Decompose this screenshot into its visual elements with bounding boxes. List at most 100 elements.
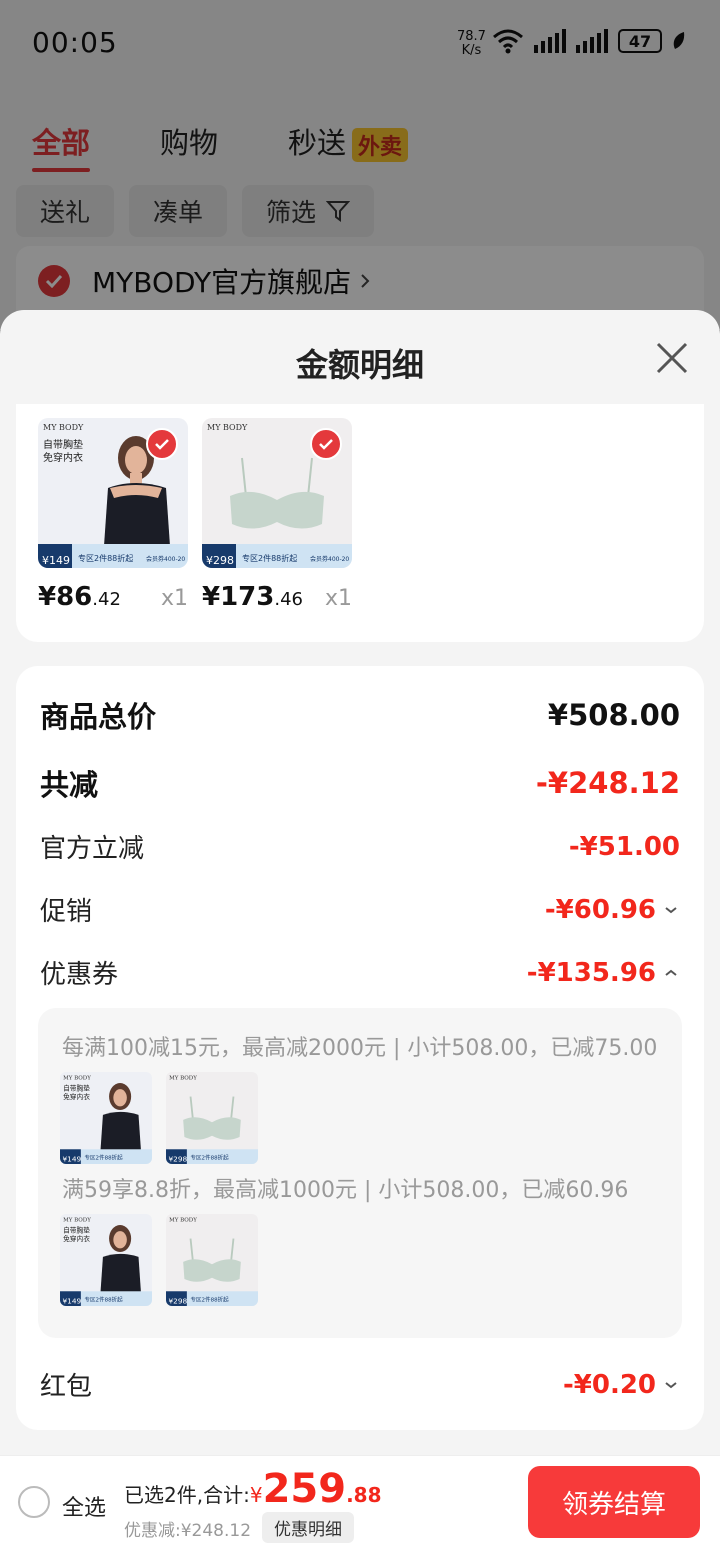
svg-text:免穿内衣: 免穿内衣 xyxy=(63,1234,90,1243)
svg-text:¥149: ¥149 xyxy=(62,1155,81,1164)
total-amount-int: 259 xyxy=(262,1466,347,1512)
filter-screen-label: 筛选 xyxy=(266,198,317,227)
filter-icon xyxy=(326,201,351,222)
svg-text:专区2件88折起: 专区2件88折起 xyxy=(242,553,297,563)
filter-bundle[interactable]: 凑单 xyxy=(129,185,228,237)
store-row[interactable]: MYBODY官方旗舰店 xyxy=(16,246,704,316)
cart-page-background: 00:05 78.7 K/s 47 全部 购物 秒送 外卖 送礼 凑单 筛选 M… xyxy=(0,0,720,330)
battery-icon: 47 xyxy=(618,29,662,53)
red-packet-label: 红包 xyxy=(40,1372,93,1402)
red-packet-value: -¥0.20 xyxy=(562,1369,656,1400)
item-checked-icon[interactable] xyxy=(310,428,342,460)
svg-text:¥298: ¥298 xyxy=(168,1297,187,1306)
coupon-product-image-bra: MY BODY ¥298 专区2件88折起 xyxy=(166,1214,258,1306)
tab-instant-delivery[interactable]: 秒送 外卖 xyxy=(288,120,409,162)
item-price: ¥86.42 xyxy=(38,582,121,612)
svg-text:会员券400-20: 会员券400-20 xyxy=(146,555,185,563)
status-time: 00:05 xyxy=(32,26,118,59)
svg-text:自带胸垫: 自带胸垫 xyxy=(63,1083,90,1092)
sheet-title: 金额明细 xyxy=(295,346,424,384)
item-quantity: x1 xyxy=(160,586,188,611)
svg-text:¥298: ¥298 xyxy=(168,1155,187,1164)
official-discount-value: -¥51.00 xyxy=(568,831,680,862)
network-speed: 78.7 K/s xyxy=(457,29,486,58)
selected-count-text: 已选2件,合计: xyxy=(124,1483,250,1507)
discount-total: 优惠减:¥248.12 xyxy=(124,1521,252,1541)
svg-text:MY BODY: MY BODY xyxy=(169,1075,197,1081)
total-amount-dec: .88 xyxy=(346,1483,382,1507)
amount-detail-sheet: 金额明细 MY BODY 自带胸垫 免穿内衣 ¥149 专区2件88折起 会员券… xyxy=(0,310,720,1455)
chevron-up-icon xyxy=(665,969,677,976)
coupon-rule: 每满100减15元，最高减2000元 | 小计508.00，已减75.00 xyxy=(62,1036,658,1061)
signal-icon xyxy=(534,29,566,53)
goods-total-label: 商品总价 xyxy=(40,700,157,734)
coupon-label: 优惠券 xyxy=(40,960,119,990)
select-all-label[interactable]: 全选 xyxy=(62,1490,106,1522)
checkout-button[interactable]: 领券结算 xyxy=(528,1466,700,1538)
svg-text:MY BODY: MY BODY xyxy=(207,423,248,432)
coupon-product-image-bodysuit: MY BODY 自带胸垫 免穿内衣 ¥149 专区2件88折起 xyxy=(60,1072,152,1164)
selected-total: 已选2件,合计:¥259.88 xyxy=(124,1466,382,1512)
chevron-down-icon xyxy=(665,1381,677,1388)
selected-items-card: MY BODY 自带胸垫 免穿内衣 ¥149 专区2件88折起 会员券400-2… xyxy=(16,404,704,642)
store-name: MYBODY官方旗舰店 xyxy=(92,266,352,299)
total-discount-value: -¥248.12 xyxy=(535,766,680,800)
red-packet-value-group: -¥0.20 xyxy=(563,1370,680,1400)
svg-text:MY BODY: MY BODY xyxy=(63,1075,91,1081)
filter-gift[interactable]: 送礼 xyxy=(16,185,115,237)
coupon-product-image-bra: MY BODY ¥298 专区2件88折起 xyxy=(166,1072,258,1164)
cart-item[interactable]: MY BODY ¥298 专区2件88折起 会员券400-20 ¥173.46 … xyxy=(202,418,352,612)
goods-total-row: 商品总价 ¥508.00 xyxy=(40,694,680,736)
filter-chips: 送礼 凑单 筛选 xyxy=(16,185,375,237)
promotion-row[interactable]: 促销 -¥60.96 xyxy=(40,891,680,928)
svg-text:MY BODY: MY BODY xyxy=(169,1217,197,1223)
leaf-icon xyxy=(673,32,685,49)
svg-text:¥149: ¥149 xyxy=(42,554,70,567)
item-checked-icon[interactable] xyxy=(146,428,178,460)
price-breakdown-card: 商品总价 ¥508.00 共减 -¥248.12 官方立减 -¥51.00 促销… xyxy=(16,666,704,1430)
coupon-row[interactable]: 优惠券 -¥135.96 xyxy=(40,954,680,991)
status-icons: 47 xyxy=(492,28,686,54)
total-discount-row: 共减 -¥248.12 xyxy=(40,762,680,804)
promotion-value-group: -¥60.96 xyxy=(545,895,680,925)
svg-text:自带胸垫: 自带胸垫 xyxy=(43,438,83,451)
tab-shopping[interactable]: 购物 xyxy=(160,120,218,162)
select-all-radio[interactable] xyxy=(18,1486,50,1518)
filter-screen[interactable]: 筛选 xyxy=(242,185,375,237)
goods-total-value: ¥508.00 xyxy=(547,698,680,732)
close-icon[interactable] xyxy=(652,338,692,378)
wifi-icon xyxy=(493,29,523,54)
discount-detail-button[interactable]: 优惠明细 xyxy=(262,1512,354,1543)
cart-item[interactable]: MY BODY 自带胸垫 免穿内衣 ¥149 专区2件88折起 会员券400-2… xyxy=(38,418,188,612)
svg-text:自带胸垫: 自带胸垫 xyxy=(63,1225,90,1234)
item-quantity: x1 xyxy=(324,586,352,611)
status-bar: 00:05 78.7 K/s 47 xyxy=(0,0,720,80)
chevron-down-icon xyxy=(665,906,677,913)
tab-instant-delivery-label: 秒送 xyxy=(288,126,347,160)
item-price: ¥173.46 xyxy=(202,582,304,612)
total-currency: ¥ xyxy=(249,1483,263,1507)
official-discount-row: 官方立减 -¥51.00 xyxy=(40,828,680,865)
chevron-right-icon xyxy=(361,274,370,288)
coupon-value-group: -¥135.96 xyxy=(527,958,680,988)
coupon-product-image-bodysuit: MY BODY 自带胸垫 免穿内衣 ¥149 专区2件88折起 xyxy=(60,1214,152,1306)
svg-text:¥298: ¥298 xyxy=(206,554,234,567)
brand-text: MY BODY xyxy=(43,423,84,432)
product-image-bodysuit: MY BODY 自带胸垫 免穿内衣 ¥149 专区2件88折起 会员券400-2… xyxy=(38,418,188,568)
tab-all[interactable]: 全部 xyxy=(32,120,91,172)
official-discount-label: 官方立减 xyxy=(40,834,145,864)
total-discount-label: 共减 xyxy=(40,768,99,802)
promotion-label: 促销 xyxy=(40,897,93,927)
product-image-bra: MY BODY ¥298 专区2件88折起 会员券400-20 xyxy=(202,418,352,568)
coupon-rule: 满59享8.8折，最高减1000元 | 小计508.00，已减60.96 xyxy=(62,1178,629,1203)
signal-icon-2 xyxy=(576,29,608,53)
coupon-value: -¥135.96 xyxy=(526,957,656,988)
svg-text:会员券400-20: 会员券400-20 xyxy=(310,555,349,563)
store-check-icon[interactable] xyxy=(38,265,70,297)
coupon-details-panel: 每满100减15元，最高减2000元 | 小计508.00，已减75.00 MY… xyxy=(38,1008,682,1338)
svg-text:免穿内衣: 免穿内衣 xyxy=(43,451,83,464)
svg-text:免穿内衣: 免穿内衣 xyxy=(63,1092,90,1101)
red-packet-row[interactable]: 红包 -¥0.20 xyxy=(40,1366,680,1403)
svg-text:¥149: ¥149 xyxy=(62,1297,81,1306)
promotion-value: -¥60.96 xyxy=(544,894,656,925)
